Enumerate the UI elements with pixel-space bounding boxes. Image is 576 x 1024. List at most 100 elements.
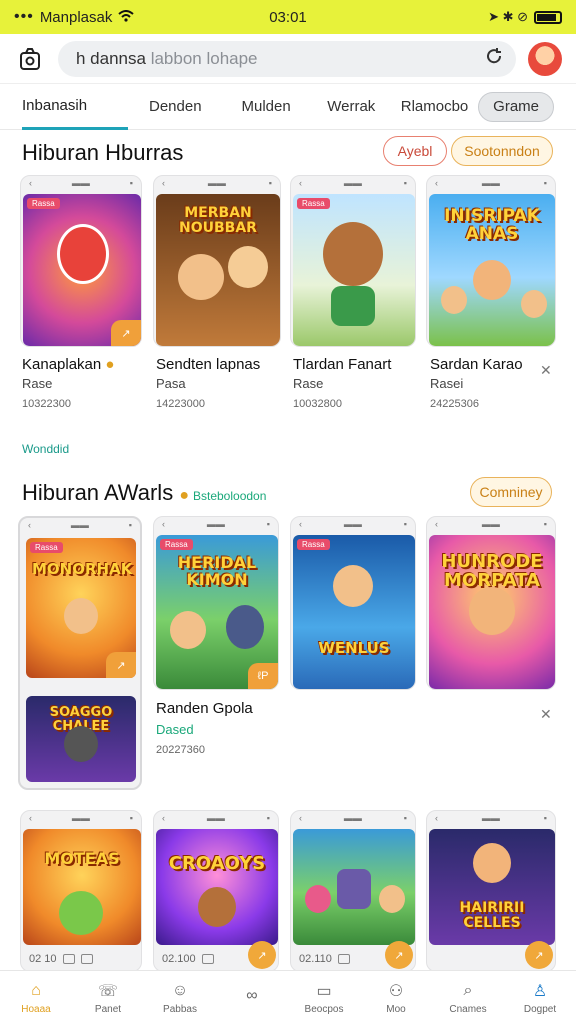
community-pill[interactable]: Comniney <box>470 477 552 507</box>
phone-icon: ☏ <box>97 982 118 1000</box>
game-tag: Rassa <box>297 539 330 550</box>
game-card[interactable]: ‹ ▬▬ ▪ MOTEAS 02 10 <box>20 810 142 972</box>
game-badge: ↗ <box>111 320 141 346</box>
game-tag: Rassa <box>30 542 63 553</box>
nav-pabbas[interactable]: ☺ Pabbas <box>144 971 216 1024</box>
game-card[interactable]: ‹ ▬▬ ▪ Rassa HERIDAL KIMON ℓP <box>153 516 279 690</box>
game-count: 10322300 <box>22 398 71 410</box>
nav-cnames[interactable]: ⌕ Cnames <box>432 971 504 1024</box>
game-thumbnail: MOTEAS <box>23 829 141 945</box>
refresh-icon[interactable] <box>484 46 504 71</box>
game-thumb-title: CROAOYS <box>168 853 266 874</box>
play-count-row: 02 10 <box>29 953 133 965</box>
location-bluetooth-icons: ➤ ✱ ⊘ <box>488 9 528 24</box>
game-name: Tlardan Fanart <box>293 356 392 373</box>
tab-denden[interactable]: Denden <box>128 84 223 130</box>
smile-icon: ☺ <box>171 981 189 999</box>
game-subtitle: Dased <box>156 722 194 737</box>
nav-panet[interactable]: ☏ Panet <box>72 971 144 1024</box>
search-placeholder: labbon lohape <box>150 48 258 68</box>
nav-loop[interactable]: ∞ <box>216 971 288 1024</box>
game-count: 24225306 <box>430 398 479 410</box>
game-card[interactable]: ‹ ▬▬ ▪ Rassa WENLUS <box>290 516 416 690</box>
game-card[interactable]: ‹ ▬▬ ▪ HUNRODE MORPATA <box>426 516 556 690</box>
game-name: Sardan Karao <box>430 356 523 373</box>
nav-home[interactable]: ⌂ Hoaaa <box>0 971 72 1024</box>
app-screen: ••• Manplasak 03:01 ➤ ✱ ⊘ h dannsa labbo… <box>0 0 576 1024</box>
wifi-icon <box>118 9 135 26</box>
game-thumb-title: MERBAN NOUBBAR <box>179 205 257 236</box>
section-title: Hiburan AWarls ● Bsteboloodon <box>22 480 267 505</box>
search-input[interactable]: h dannsa labbon lohape <box>58 40 516 77</box>
category-tabs: Inbanasih Denden Mulden Werrak Rlamocbo … <box>0 84 576 130</box>
game-card[interactable]: ‹ ▬▬ ▪ Rassa ↗ <box>20 175 142 347</box>
carrier-name: Manplasak <box>39 8 113 26</box>
game-thumbnail: SOAGGO CHALEE <box>26 696 136 782</box>
game-name: Sendten lapnas <box>156 356 261 373</box>
filter-pill[interactable]: Ayebl <box>383 136 447 166</box>
nav-moo[interactable]: ⚇ Moo <box>360 971 432 1024</box>
tab-inbanasih[interactable]: Inbanasih <box>22 84 128 130</box>
bottom-navigation: ⌂ Hoaaa ☏ Panet ☺ Pabbas ∞ ▭ Beocpos ⚇ Moo ⌕ C… <box>0 970 576 1024</box>
play-button[interactable]: ↗ <box>525 941 553 969</box>
game-card[interactable]: ‹ ▬▬ ▪ Rassa <box>290 175 416 347</box>
game-subtitle: Rase <box>22 376 53 391</box>
game-thumbnail: Rassa MONORHAK ↗ <box>26 538 136 678</box>
game-card-stack[interactable]: ‹▬▬▪ Rassa MONORHAK ↗ SOAGGO CHALEE <box>18 516 142 790</box>
game-card[interactable]: ‹ ▬▬ ▪ HAIRIRII CELLES ↗ <box>426 810 556 972</box>
nav-dogpet[interactable]: ♙ Dogpet <box>504 971 576 1024</box>
game-thumb-title: WENLUS <box>318 639 390 657</box>
game-thumbnail: Rassa HERIDAL KIMON ℓP <box>156 535 278 689</box>
dismiss-icon[interactable]: ✕ <box>540 706 552 723</box>
game-badge: ℓP <box>248 663 278 689</box>
game-thumb-title: HERIDAL KIMON <box>177 553 257 589</box>
game-tag: Rassa <box>297 198 330 209</box>
game-count: 10032800 <box>293 398 342 410</box>
tab-werrak[interactable]: Werrak <box>310 84 393 130</box>
nav-beocpos[interactable]: ▭ Beocpos <box>288 971 360 1024</box>
game-thumbnail: HAIRIRII CELLES <box>429 829 555 945</box>
profile-icon: ♙ <box>532 982 548 1000</box>
person-icon: ⚇ <box>388 982 404 1000</box>
section-title: Hiburan Hburras <box>22 140 184 165</box>
game-subtitle: Rase <box>293 376 324 391</box>
game-tag: Rassa <box>27 198 60 209</box>
game-count: 20227360 <box>156 744 205 756</box>
sort-pill[interactable]: Sootonndon <box>451 136 553 166</box>
game-thumbnail: INISRIPAK ANAS <box>429 194 555 346</box>
game-thumb-title: MONORHAK <box>32 560 133 578</box>
play-button[interactable]: ↗ <box>385 941 413 969</box>
tab-mulden[interactable]: Mulden <box>223 84 310 130</box>
game-thumb-title: INISRIPAK ANAS <box>444 206 540 244</box>
game-count: 14223000 <box>156 398 205 410</box>
wonderful-link[interactable]: Wonddid <box>22 442 69 456</box>
battery-icon <box>534 10 562 24</box>
dismiss-icon[interactable]: ✕ <box>540 362 552 379</box>
home-icon: ⌂ <box>31 981 41 999</box>
signal-dots: ••• <box>14 8 34 25</box>
game-card[interactable]: ‹ ▬▬ ▪ INISRIPAK ANAS <box>426 175 556 347</box>
game-subtitle: Rasei <box>430 376 464 391</box>
search-value: h dannsa <box>76 48 146 68</box>
game-name: Randen Gpola <box>156 700 253 717</box>
avatar[interactable] <box>528 41 562 76</box>
game-thumbnail: Rassa WENLUS <box>293 535 415 689</box>
tab-grame[interactable]: Grame <box>478 91 554 122</box>
game-card[interactable]: ‹ ▬▬ ▪ 02.110 ↗ <box>290 810 416 972</box>
game-card[interactable]: ‹ ▬▬ ▪ CROAOYS 02.100 ↗ <box>153 810 279 972</box>
game-thumbnail: MERBAN NOUBBAR <box>156 194 280 346</box>
game-thumbnail: Rassa ↗ <box>23 194 141 346</box>
game-thumb-title: HAIRIRII CELLES <box>459 900 525 931</box>
search-icon: ⌕ <box>463 981 473 999</box>
game-thumbnail: CROAOYS <box>156 829 278 945</box>
game-thumbnail <box>293 829 415 945</box>
status-indicators: ➤ ✱ ⊘ <box>488 9 562 25</box>
game-subtitle: Pasa <box>156 376 186 391</box>
status-bar: ••• Manplasak 03:01 ➤ ✱ ⊘ <box>0 0 576 34</box>
game-thumbnail: HUNRODE MORPATA <box>429 535 555 689</box>
game-card[interactable]: ‹ ▬▬ ▪ MERBAN NOUBBAR <box>153 175 281 347</box>
camera-icon[interactable] <box>14 43 46 75</box>
play-button[interactable]: ↗ <box>248 941 276 969</box>
tab-rlamocbo[interactable]: Rlamocbo <box>393 84 476 130</box>
infinity-icon: ∞ <box>246 987 258 1004</box>
